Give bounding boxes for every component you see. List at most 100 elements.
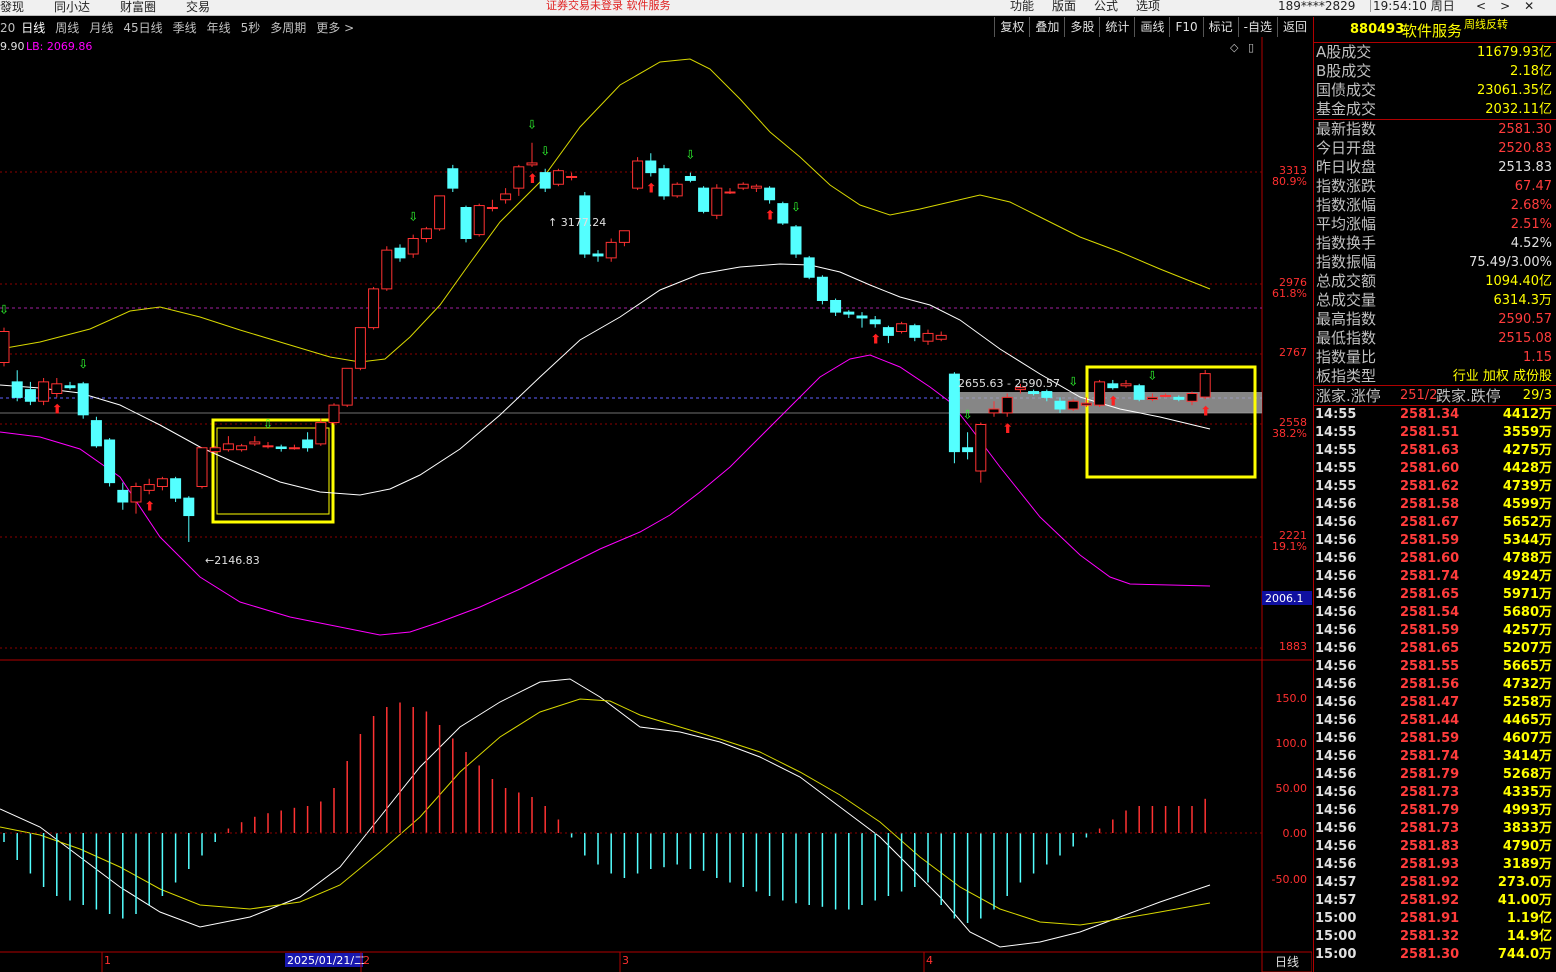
stat-row: 今日开盘 2520.83 (1314, 139, 1556, 158)
account-id[interactable]: 189****2829 (1278, 0, 1355, 12)
stat-row: 指数换手 4.52% (1314, 234, 1556, 253)
candle-body (209, 447, 221, 453)
tick-price: 2581.67 (1400, 515, 1460, 530)
tick-time: 14:56 (1315, 605, 1357, 620)
stat-row: 最低指数 2515.08 (1314, 329, 1556, 348)
candle-body (869, 319, 881, 325)
candle (368, 286, 380, 330)
candle-body (486, 207, 498, 209)
kline-chart[interactable]: ⇩⇩⇩⇩⇩⇩ ⇩⇩⇩⇩ ⇩⬆⬆⬆⬆⬆⬆⬆⬆⬆ ↑ 3177.24←2146.8326… (0, 37, 1312, 972)
up-count-value: 251/2 (1400, 388, 1438, 403)
tool-remove-watchlist[interactable]: -自选 (1237, 17, 1277, 37)
stat-label: 总成交量 (1316, 291, 1377, 309)
candlesticks (0, 142, 1211, 542)
tab-quarterly[interactable]: 季线 (173, 19, 197, 36)
tab-daily[interactable]: 日线 (21, 19, 45, 36)
tick-volume: 3189万 (1502, 857, 1552, 872)
tab-monthly[interactable]: 月线 (89, 19, 113, 36)
stat-label: 总成交额 (1316, 272, 1377, 290)
trade-login-notice[interactable]: 证券交易未登录 软件服务 (546, 0, 671, 12)
candle-body (222, 443, 234, 451)
stat-value: 2581.30 (1498, 122, 1552, 137)
candle (1133, 383, 1145, 402)
tick-price: 2581.44 (1400, 713, 1460, 728)
tool-multi-stock[interactable]: 多股 (1064, 17, 1099, 37)
moving-average-lines (0, 58, 1211, 636)
percent-tick-label: 61.8% (1272, 287, 1307, 300)
sell-signal-arrow-icon: ⇩ (1068, 374, 1078, 388)
nav-discover[interactable]: 發现 (0, 0, 24, 14)
tab-weekly[interactable]: 周线 (55, 19, 79, 36)
candle-body (711, 187, 723, 216)
candle (354, 327, 366, 371)
volume-value: 11679.93亿 (1476, 45, 1552, 60)
tick-time: 14:56 (1315, 569, 1357, 584)
menu-options[interactable]: 选项 (1136, 0, 1160, 13)
stat-label: 最高指数 (1316, 310, 1377, 328)
tool-back[interactable]: 返回 (1276, 17, 1312, 37)
nav-wencai[interactable]: 同小达 (54, 0, 90, 14)
candle-body (1133, 385, 1145, 400)
month-label: 3 (622, 954, 629, 967)
tick-row: 14:56 2581.65 5971万 (1314, 586, 1556, 604)
candle-body (1186, 393, 1198, 402)
candle (500, 188, 512, 204)
candle (1067, 399, 1079, 411)
down-count-label: 跌家.跌停 (1436, 387, 1501, 405)
close-icon[interactable]: ✕ (1524, 0, 1534, 13)
menu-formula[interactable]: 公式 (1094, 0, 1118, 13)
candle (381, 246, 393, 291)
tab-more[interactable]: 更多 > (316, 19, 354, 36)
stat-label: 最低指数 (1316, 329, 1377, 347)
buy-signal-arrow-icon: ⬆ (527, 172, 538, 187)
candle-body (236, 445, 248, 451)
candle (935, 331, 947, 342)
indicator-value-lb: LB: 2069.86 (26, 40, 92, 53)
buy-signal-arrow-icon: ⬆ (52, 402, 63, 417)
nav-trade[interactable]: 交易 (186, 0, 210, 14)
chart-maximize-icon[interactable]: ▯ (1248, 41, 1254, 54)
tool-draw-line[interactable]: 画线 (1134, 17, 1169, 37)
tab-5sec[interactable]: 5秒 (241, 19, 261, 36)
down-count-value: 29/3 (1522, 388, 1552, 403)
tool-statistics[interactable]: 统计 (1099, 17, 1134, 37)
candle (130, 482, 142, 514)
menu-function[interactable]: 功能 (1010, 0, 1034, 13)
menu-layout[interactable]: 版面 (1052, 0, 1076, 13)
tab-multi-period[interactable]: 多周期 (270, 19, 306, 36)
index-type-value[interactable]: 行业 加权 成份股 (1453, 367, 1552, 386)
tick-volume: 4739万 (1502, 479, 1552, 494)
candle (830, 298, 842, 316)
tick-volume: 14.9亿 (1506, 929, 1552, 944)
tick-time: 14:55 (1315, 407, 1357, 422)
volume-row: 基金成交 2032.11亿 (1314, 100, 1556, 119)
tab-yearly[interactable]: 年线 (207, 19, 231, 36)
forward-arrow-icon[interactable]: > (1500, 0, 1510, 13)
candle (473, 203, 485, 237)
candle-body (777, 203, 789, 224)
tick-price: 2581.73 (1400, 821, 1460, 836)
candle (698, 186, 710, 214)
candle-body (909, 325, 921, 338)
buy-signal-arrow-icon: ⬆ (870, 333, 881, 348)
tool-mark[interactable]: 标记 (1202, 17, 1238, 37)
tool-restore-rights[interactable]: 复权 (994, 17, 1029, 37)
sell-signal-arrow-icon: ⇩ (1147, 369, 1157, 383)
candle-body (1120, 383, 1132, 387)
nav-wealth-circle[interactable]: 财富圈 (120, 0, 156, 14)
tool-overlay[interactable]: 叠加 (1029, 17, 1064, 37)
candle (882, 325, 894, 344)
candle (843, 310, 855, 318)
tick-list[interactable]: 14:55 2581.34 4412万 14:55 2581.51 3559万 14:55 2… (1314, 406, 1556, 964)
stat-label: 指数振幅 (1316, 253, 1377, 271)
back-arrow-icon[interactable]: < (1476, 0, 1486, 13)
candle (1199, 370, 1211, 400)
tool-f10[interactable]: F10 (1169, 17, 1202, 37)
candle-body (196, 447, 208, 487)
tick-row: 14:56 2581.79 4993万 (1314, 802, 1556, 820)
chart-settings-icon[interactable]: ◇ (1230, 41, 1239, 54)
month-label: 4 (926, 954, 933, 967)
tab-45day[interactable]: 45日线 (123, 19, 162, 36)
tick-row: 14:55 2581.60 4428万 (1314, 460, 1556, 478)
tick-row: 14:55 2581.63 4275万 (1314, 442, 1556, 460)
